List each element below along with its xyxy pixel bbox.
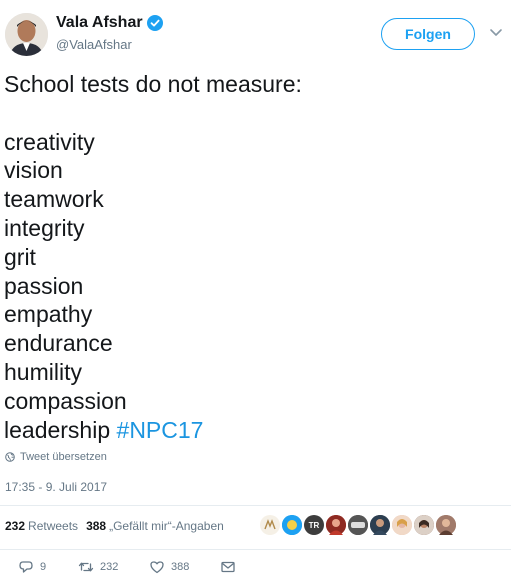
tweet-line: integrity xyxy=(4,214,85,241)
likes-stat[interactable]: 388 „Gefällt mir“-Angaben xyxy=(86,519,224,533)
avatar-icon xyxy=(348,515,368,535)
like-button[interactable]: 388 xyxy=(149,559,189,575)
tweet-line: teamwork xyxy=(4,186,104,213)
tweet-timestamp[interactable]: 17:35 - 9. Juli 2017 xyxy=(5,480,107,494)
tweet-last-line: leadership #NPC17 xyxy=(4,416,504,445)
tweet-line: passion xyxy=(4,272,84,299)
liker-avatar[interactable] xyxy=(260,515,280,535)
reply-count: 9 xyxy=(40,561,47,573)
likes-label: „Gefällt mir“-Angaben xyxy=(109,519,224,533)
liker-avatar[interactable] xyxy=(326,515,346,535)
retweet-icon xyxy=(78,562,94,572)
tweet-actions: 9 232 388 xyxy=(0,559,511,581)
liker-avatar[interactable] xyxy=(414,515,434,535)
chevron-down-icon[interactable] xyxy=(489,28,503,38)
tweet-line: vision xyxy=(4,157,63,184)
retweet-button[interactable]: 232 xyxy=(78,559,118,575)
translate-tweet-link[interactable]: Tweet übersetzen xyxy=(5,451,107,463)
user-handle[interactable]: @ValaAfshar xyxy=(56,37,132,52)
tweet-line: endurance xyxy=(4,330,113,357)
liker-avatar[interactable]: TR xyxy=(304,515,324,535)
avatar-icon xyxy=(264,519,276,530)
translate-label: Tweet übersetzen xyxy=(20,451,107,463)
tweet-line: compassion xyxy=(4,387,127,414)
retweets-label: Retweets xyxy=(28,519,79,533)
liker-avatar[interactable] xyxy=(392,515,412,535)
avatar-icon xyxy=(282,515,302,535)
verified-badge-icon xyxy=(146,15,163,31)
tweet-line: humility xyxy=(4,358,82,385)
like-count: 388 xyxy=(171,561,190,573)
divider xyxy=(0,549,511,550)
reply-icon xyxy=(19,561,33,573)
avatar-image xyxy=(5,13,48,56)
liker-avatars: TR xyxy=(260,515,456,535)
liker-avatar[interactable] xyxy=(348,515,368,535)
tweet-line: grit xyxy=(4,243,36,270)
direct-message-button[interactable] xyxy=(220,559,236,575)
tweet-line: empathy xyxy=(4,301,93,328)
hashtag-link[interactable]: #NPC17 xyxy=(117,417,204,443)
retweets-stat[interactable]: 232 Retweets xyxy=(5,519,78,533)
avatar-icon xyxy=(370,515,390,535)
avatar-icon xyxy=(326,515,346,535)
tweet-text: School tests do not measure: creativity … xyxy=(4,70,504,444)
avatar-icon: TR xyxy=(308,520,320,530)
retweet-count: 232 xyxy=(100,561,119,573)
reply-button[interactable]: 9 xyxy=(18,559,46,575)
tweet-line: creativity xyxy=(4,128,95,155)
liker-avatar[interactable] xyxy=(436,515,456,535)
name-line: Vala Afshar xyxy=(56,14,163,32)
display-name[interactable]: Vala Afshar xyxy=(56,14,143,32)
retweets-count: 232 xyxy=(5,519,26,533)
tweet-stats: 232 Retweets 388 „Gefällt mir“-Angaben xyxy=(5,519,224,533)
avatar-icon xyxy=(392,515,412,535)
likes-count: 388 xyxy=(86,519,107,533)
follow-button[interactable]: Folgen xyxy=(381,18,475,50)
divider xyxy=(0,505,511,506)
tweet-line: School tests do not measure: xyxy=(4,71,302,97)
avatar-icon xyxy=(414,515,434,535)
globe-icon xyxy=(5,452,15,462)
envelope-icon xyxy=(221,561,235,573)
liker-avatar[interactable] xyxy=(282,515,302,535)
heart-icon xyxy=(150,561,164,574)
tweet-header: Vala Afshar @ValaAfshar Folgen xyxy=(0,0,511,62)
tweet-line: leadership xyxy=(4,416,111,443)
user-avatar[interactable] xyxy=(5,13,48,56)
liker-avatar[interactable] xyxy=(370,515,390,535)
avatar-icon xyxy=(436,515,456,535)
